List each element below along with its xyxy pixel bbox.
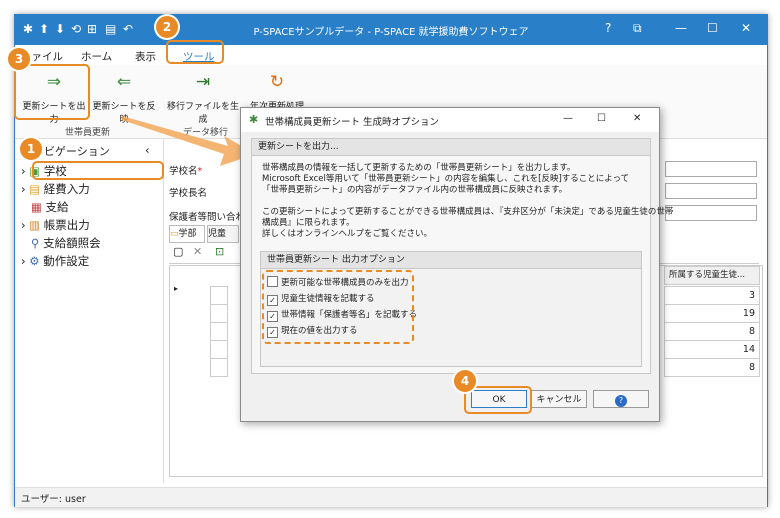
highlight-options xyxy=(262,270,414,344)
grid-check-2[interactable] xyxy=(210,304,228,323)
navigation-sidebar: ナビゲーション ‹ › ▣ 学校 › ▤ 経費入力 ▦ 支給 › ▥ 帳票出力 … xyxy=(15,139,164,483)
migration-file-icon: ⇥ xyxy=(195,72,211,92)
minimize-button[interactable]: — xyxy=(675,21,687,35)
title-bar: ✱ ⬆ ⬇ ⟲ ⊞ ▤ ↶ P-SPACEサンプルデータ - P-SPACE 就… xyxy=(15,15,767,45)
description-line-7: 詳しくはオンラインヘルプをご覧ください。 xyxy=(262,229,433,239)
help-icon: ? xyxy=(615,395,627,407)
grid-check-5[interactable] xyxy=(210,358,228,377)
window-title: P-SPACEサンプルデータ - P-SPACE 就学援助費ソフトウェア xyxy=(253,27,529,38)
grid-students-3: 8 xyxy=(664,322,760,341)
grid-header-students: 所属する児童生徒... xyxy=(664,266,760,285)
nav-item-payment[interactable]: ▦ 支給 xyxy=(31,199,69,215)
principal-name-label: 学校長名 xyxy=(169,188,208,199)
grid-check-4[interactable] xyxy=(210,340,228,359)
group-household-update: 世帯員更新 xyxy=(65,128,111,138)
current-row-indicator: ▸ xyxy=(174,284,179,293)
dialog-close-button[interactable]: ✕ xyxy=(633,113,641,124)
description-line-2: Microsoft Excel等用いて「世帯員更新シート」の内容を編集し、これを… xyxy=(262,174,630,184)
delete-row-icon[interactable]: ✕ xyxy=(193,245,202,258)
report-icon: ▥ xyxy=(29,218,41,232)
annual-update-icon: ↻ xyxy=(269,72,285,92)
grid-check-1[interactable] xyxy=(210,286,228,305)
annual-update-button[interactable]: ↻ 年次更新処理 xyxy=(247,71,307,112)
highlight-tools-menu xyxy=(166,40,224,64)
contact-field[interactable] xyxy=(665,205,757,221)
help-icon[interactable]: ? xyxy=(605,21,611,35)
dialog-title: 世帯構成員更新シート 生成時オプション xyxy=(265,117,440,128)
menu-view[interactable]: 表示 xyxy=(135,49,156,64)
tab-department[interactable]: ▭学部 xyxy=(169,225,205,243)
folder-icon: ▤ xyxy=(29,182,41,196)
maximize-button[interactable]: ☐ xyxy=(707,21,718,35)
status-bar: ユーザー: user xyxy=(15,487,767,507)
gear-icon: ⚙ xyxy=(29,254,40,268)
step-badge-3: 3 xyxy=(8,48,30,70)
dialog-app-icon: ✱ xyxy=(249,113,259,126)
description-line-6: 構成員』に限られます。 xyxy=(262,218,355,228)
search-icon: ⚲ xyxy=(31,236,40,250)
sheet-import-icon: ⇐ xyxy=(116,72,132,92)
grid-students-4: 14 xyxy=(664,340,760,359)
nav-item-settings[interactable]: › ⚙ 動作設定 xyxy=(21,253,89,269)
nav-item-expense-input[interactable]: › ▤ 経費入力 xyxy=(21,181,90,197)
status-user: ユーザー: user xyxy=(21,494,86,505)
options-panel-title: 世帯員更新シート 出力オプション xyxy=(261,252,641,269)
options-dialog: ✱ 世帯構成員更新シート 生成時オプション — ☐ ✕ 更新シートを出力... … xyxy=(240,107,673,422)
add-row-icon[interactable]: ⊡ xyxy=(215,245,224,258)
nav-item-payment-inquiry[interactable]: ⚲ 支給額照会 xyxy=(31,235,101,251)
step-badge-2: 2 xyxy=(156,16,178,38)
cancel-button[interactable]: キャンセル xyxy=(531,390,587,408)
nav-item-report-output[interactable]: › ▥ 帳票出力 xyxy=(21,217,90,233)
payment-icon: ▦ xyxy=(31,200,42,214)
close-button[interactable]: ✕ xyxy=(741,21,751,35)
step-badge-4: 4 xyxy=(454,370,476,392)
step-badge-1: 1 xyxy=(20,138,42,160)
grid-students-2: 19 xyxy=(664,304,760,323)
dialog-title-bar: ✱ 世帯構成員更新シート 生成時オプション — ☐ ✕ xyxy=(241,108,659,132)
description-line-3: 「世帯員更新シート」の内容がデータファイル内の世帯構成員に反映されます。 xyxy=(262,185,568,195)
dialog-minimize-button[interactable]: — xyxy=(563,113,573,124)
highlight-ok-button xyxy=(464,386,532,414)
export-panel-title: 更新シートを出力... xyxy=(252,139,650,156)
nav-title: ナビゲーション xyxy=(33,145,110,158)
description-line-1: 世帯構成員の情報を一括して更新するための「世帯員更新シート」を出力します。 xyxy=(262,163,576,173)
dialog-maximize-button[interactable]: ☐ xyxy=(597,113,606,124)
school-name-field[interactable] xyxy=(665,161,757,177)
help-button[interactable]: ? xyxy=(593,390,649,408)
restore-layout-icon[interactable]: ⧉ xyxy=(633,21,642,36)
arrow-shape xyxy=(122,116,256,166)
grid-students-5: 8 xyxy=(664,358,760,377)
new-row-icon[interactable]: ▢ xyxy=(173,245,183,258)
principal-name-field[interactable] xyxy=(665,183,757,199)
highlight-export-button xyxy=(14,64,90,120)
tab-students[interactable]: 児童 xyxy=(207,225,239,243)
grid-check-3[interactable] xyxy=(210,322,228,341)
folder-icon: ▭ xyxy=(170,229,179,239)
description-line-5: この更新シートによって更新することができる世帯構成員は、『支弁区分が「未決定」で… xyxy=(262,207,674,217)
highlight-school-item xyxy=(32,161,164,180)
grid-students-1: 3 xyxy=(664,286,760,305)
menu-bar: ファイル ホーム 表示 ツール xyxy=(15,45,767,65)
menu-home[interactable]: ホーム xyxy=(81,49,112,64)
